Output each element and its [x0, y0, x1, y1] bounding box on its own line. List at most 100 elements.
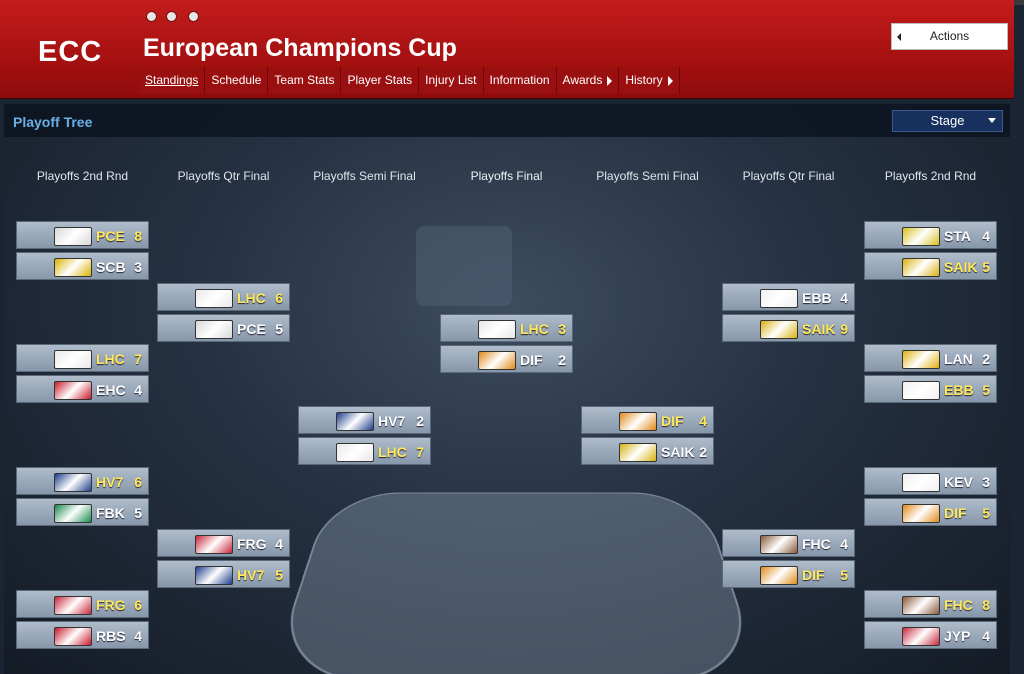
team-score: 4	[134, 382, 142, 398]
team-card[interactable]: DIF 5	[864, 498, 997, 526]
team-abbreviation: RBS	[96, 628, 126, 644]
frg-logo-icon	[195, 535, 233, 554]
team-abbreviation: LHC	[96, 351, 125, 367]
tab-label: Player Stats	[347, 73, 412, 87]
team-card[interactable]: FRG 6	[16, 590, 149, 618]
round-label: Playoffs Qtr Final	[153, 169, 294, 183]
team-card[interactable]: EHC 4	[16, 375, 149, 403]
saik-logo-icon	[619, 443, 657, 462]
team-score: 5	[982, 259, 990, 275]
team-score: 3	[134, 259, 142, 275]
team-abbreviation: FRG	[96, 597, 126, 613]
team-card[interactable]: HV7 5	[157, 560, 290, 588]
jyp-logo-icon	[902, 627, 940, 646]
team-card[interactable]: SCB 3	[16, 252, 149, 280]
team-card[interactable]: PCE 8	[16, 221, 149, 249]
team-card[interactable]: PCE 5	[157, 314, 290, 342]
tab-awards[interactable]: Awards	[557, 67, 620, 94]
team-card[interactable]: LHC 6	[157, 283, 290, 311]
dif-logo-icon	[478, 351, 516, 370]
team-abbreviation: DIF	[520, 352, 543, 368]
team-card[interactable]: STA 4	[864, 221, 997, 249]
team-score: 3	[982, 474, 990, 490]
round-label: Playoffs 2nd Rnd	[860, 169, 1001, 183]
tab-injury-list[interactable]: Injury List	[419, 67, 483, 94]
stage-select[interactable]: Stage	[892, 110, 1003, 132]
team-abbreviation: DIF	[661, 413, 684, 429]
chevron-left-icon	[897, 33, 901, 41]
hv7-logo-icon	[54, 473, 92, 492]
team-score: 4	[840, 290, 848, 306]
team-card[interactable]: EBB 4	[722, 283, 855, 311]
round-label: Playoffs Final	[436, 169, 577, 183]
team-score: 4	[982, 628, 990, 644]
dropdown-arrow-icon[interactable]	[166, 11, 177, 22]
lhc-logo-icon	[478, 320, 516, 339]
team-card[interactable]: SAIK 9	[722, 314, 855, 342]
team-card[interactable]: SAIK 5	[864, 252, 997, 280]
team-abbreviation: LHC	[520, 321, 549, 337]
tab-schedule[interactable]: Schedule	[205, 67, 268, 94]
fhc-logo-icon	[760, 535, 798, 554]
team-card[interactable]: LHC 7	[16, 344, 149, 372]
fbk-logo-icon	[54, 504, 92, 523]
team-score: 3	[558, 321, 566, 337]
kev-logo-icon	[902, 473, 940, 492]
team-score: 5	[275, 567, 283, 583]
team-card[interactable]: DIF 2	[440, 345, 573, 373]
team-score: 5	[134, 505, 142, 521]
tab-information[interactable]: Information	[484, 67, 557, 94]
team-card[interactable]: JYP 4	[864, 621, 997, 649]
dif-logo-icon	[902, 504, 940, 523]
team-card[interactable]: FBK 5	[16, 498, 149, 526]
team-score: 4	[699, 413, 707, 429]
playoff-tree-panel: Playoff Tree Stage Playoffs 2nd Rnd Playo…	[4, 104, 1010, 674]
team-abbreviation: SAIK	[802, 321, 835, 337]
team-card[interactable]: DIF 4	[581, 406, 714, 434]
team-card[interactable]: SAIK 2	[581, 437, 714, 465]
arena-scoreboard-decoration	[416, 226, 512, 306]
team-score: 5	[275, 321, 283, 337]
team-score: 5	[840, 567, 848, 583]
team-card[interactable]: RBS 4	[16, 621, 149, 649]
team-card[interactable]: DIF 5	[722, 560, 855, 588]
tab-standings[interactable]: Standings	[139, 67, 205, 94]
tab-label: History	[625, 73, 662, 87]
fhc-logo-icon	[902, 596, 940, 615]
actions-button[interactable]: Actions	[891, 23, 1008, 50]
lan-logo-icon	[902, 350, 940, 369]
team-abbreviation: PCE	[96, 228, 125, 244]
stage-select-value: Stage	[931, 113, 965, 128]
team-abbreviation: KEV	[944, 474, 973, 490]
team-card[interactable]: HV7 6	[16, 467, 149, 495]
tab-player-stats[interactable]: Player Stats	[341, 67, 419, 94]
team-abbreviation: EHC	[96, 382, 126, 398]
team-card[interactable]: FHC 8	[864, 590, 997, 618]
back-arrow-icon[interactable]	[146, 11, 157, 22]
chevron-right-icon	[607, 76, 612, 86]
tab-label: Schedule	[211, 73, 261, 87]
team-card[interactable]: FHC 4	[722, 529, 855, 557]
team-abbreviation: EBB	[944, 382, 974, 398]
round-label: Playoffs Qtr Final	[718, 169, 859, 183]
tab-history[interactable]: History	[619, 67, 679, 94]
team-abbreviation: LHC	[378, 444, 407, 460]
hv7-logo-icon	[336, 412, 374, 431]
tab-team-stats[interactable]: Team Stats	[268, 67, 341, 94]
chevron-down-icon	[988, 118, 996, 123]
team-card[interactable]: LHC 7	[298, 437, 431, 465]
ebb-logo-icon	[760, 289, 798, 308]
tab-label: Standings	[145, 73, 198, 87]
team-card[interactable]: KEV 3	[864, 467, 997, 495]
team-card[interactable]: HV7 2	[298, 406, 431, 434]
tab-label: Awards	[563, 73, 603, 87]
team-card[interactable]: LHC 3	[440, 314, 573, 342]
forward-arrow-icon[interactable]	[188, 11, 199, 22]
team-card[interactable]: FRG 4	[157, 529, 290, 557]
team-card[interactable]: LAN 2	[864, 344, 997, 372]
team-abbreviation: FBK	[96, 505, 125, 521]
team-score: 6	[134, 597, 142, 613]
tab-bar: Standings Schedule Team Stats Player Stats I…	[139, 67, 680, 94]
actions-label: Actions	[930, 29, 969, 43]
team-card[interactable]: EBB 5	[864, 375, 997, 403]
